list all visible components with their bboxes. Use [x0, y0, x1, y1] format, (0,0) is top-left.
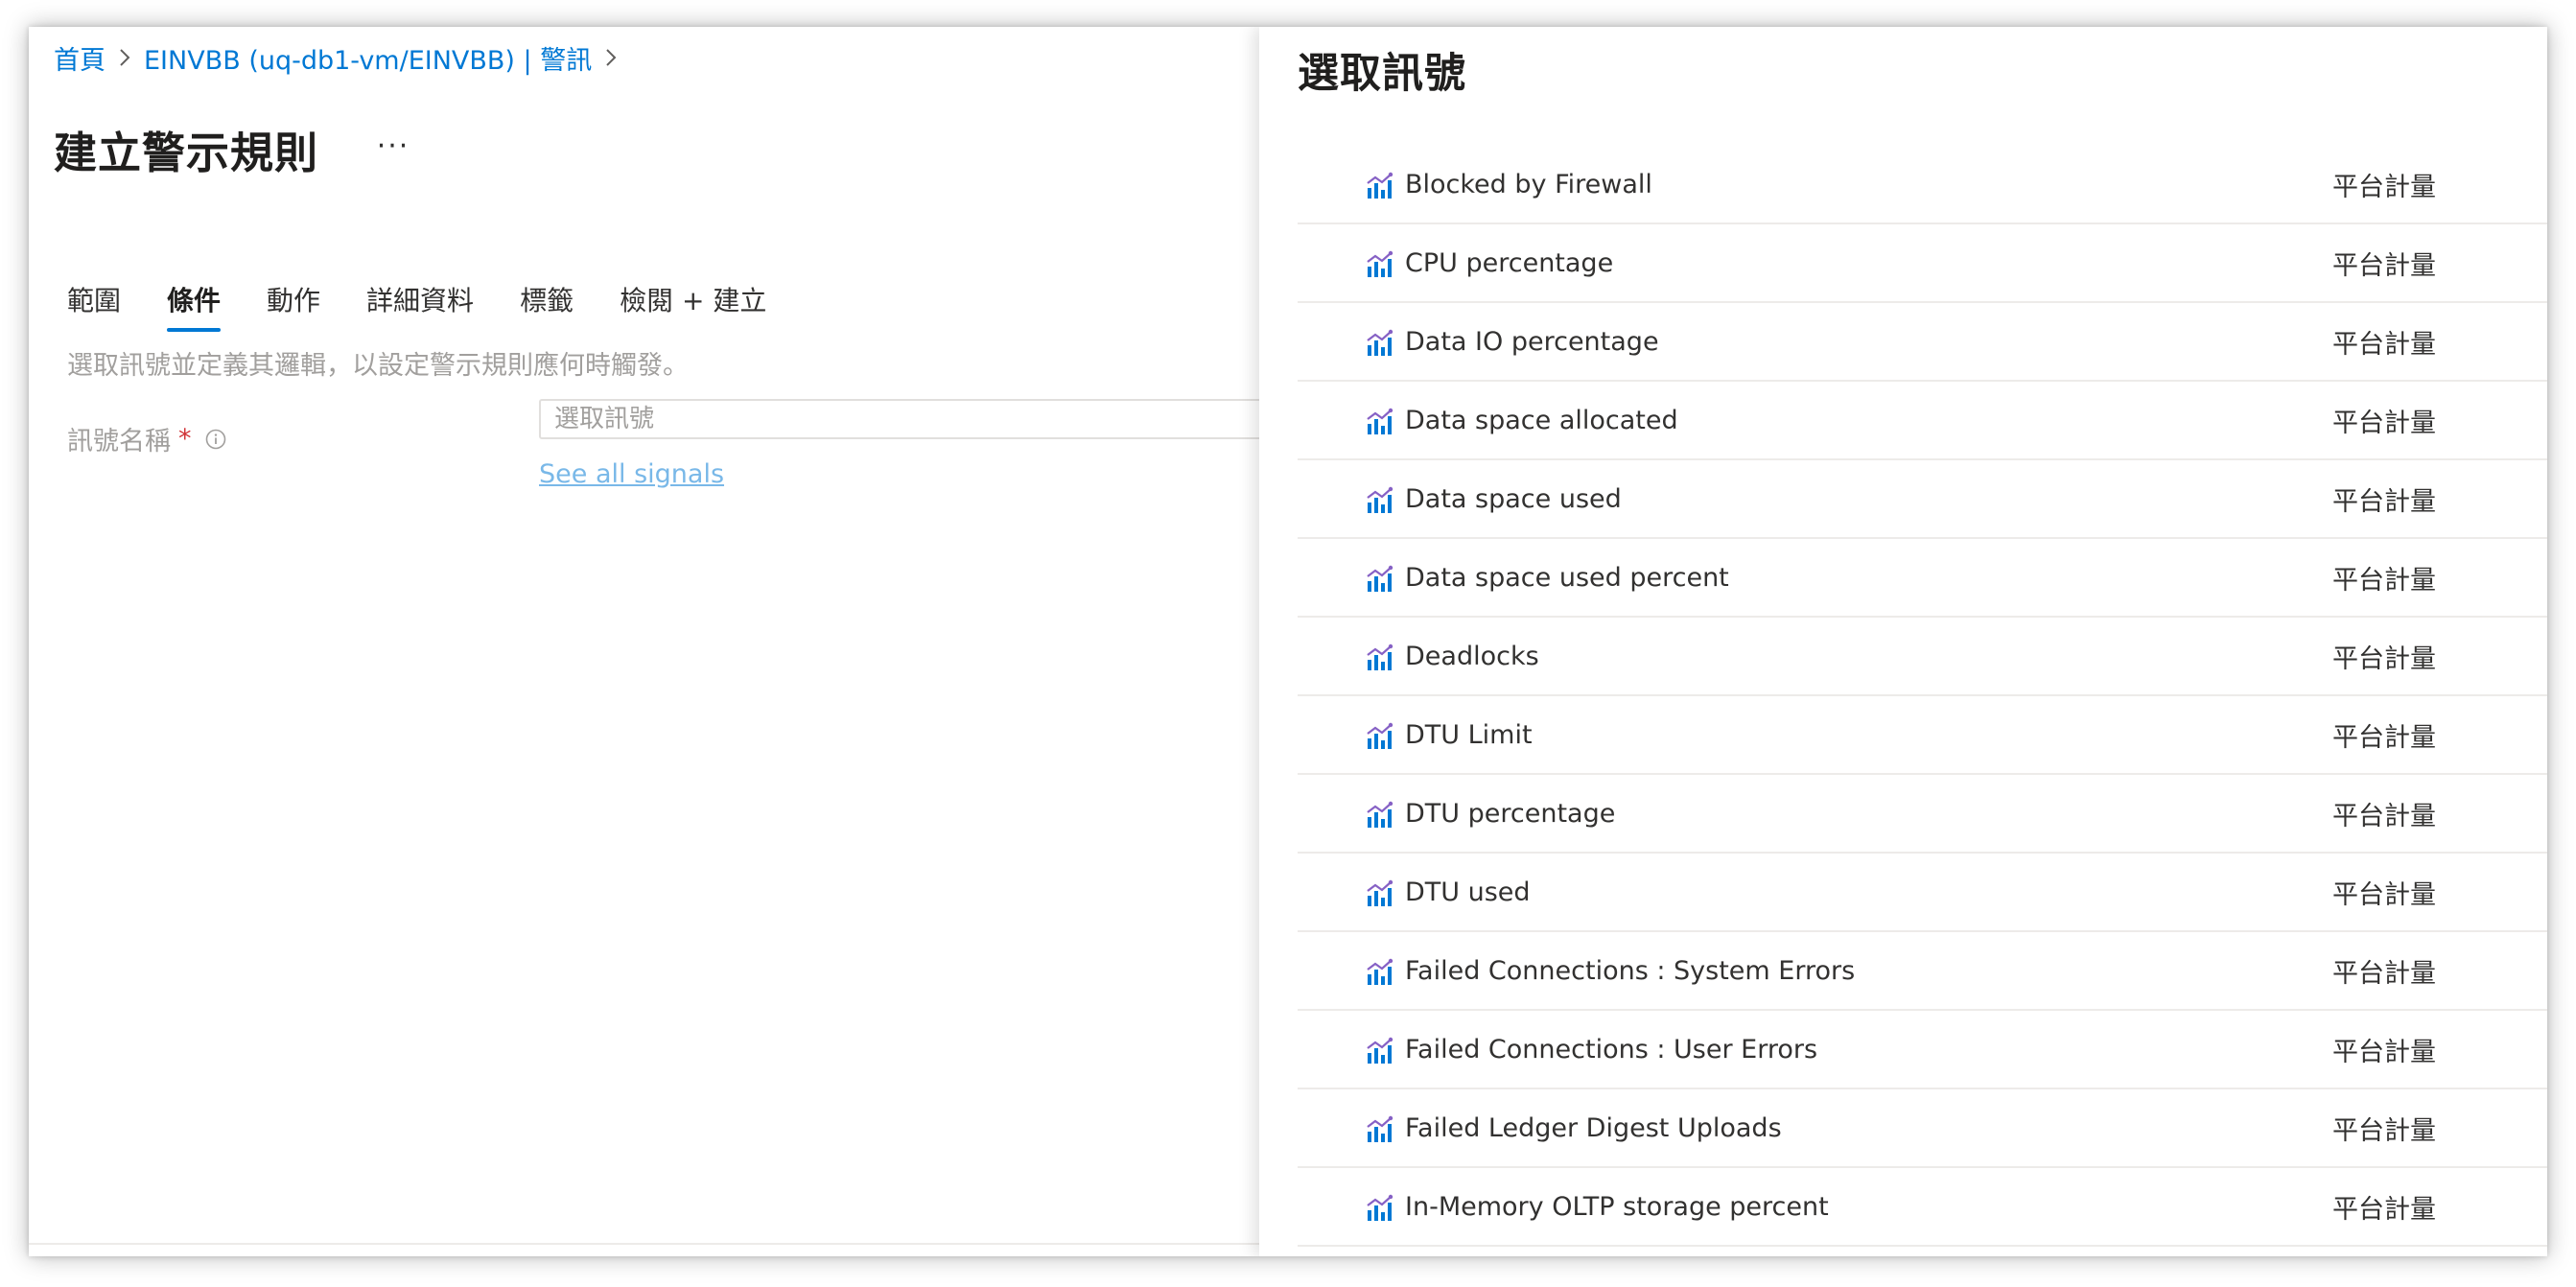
- signal-row[interactable]: Data space used 平台計量: [1298, 460, 2547, 539]
- signal-type: 平台計量: [2332, 1194, 2436, 1225]
- metric-chart-icon: [1365, 486, 1393, 515]
- info-icon[interactable]: [205, 429, 226, 450]
- signal-name: DTU Limit: [1405, 719, 1533, 750]
- signal-row[interactable]: Failed Connections : System Errors 平台計量: [1298, 932, 2547, 1011]
- signal-row[interactable]: DTU Limit 平台計量: [1298, 696, 2547, 775]
- signal-type: 平台計量: [2332, 172, 2436, 202]
- signal-name: Failed Connections : User Errors: [1405, 1034, 1818, 1065]
- signal-row[interactable]: DTU percentage 平台計量: [1298, 775, 2547, 854]
- signal-type: 平台計量: [2332, 565, 2436, 596]
- signal-row[interactable]: Data space used percent 平台計量: [1298, 539, 2547, 618]
- window: 首頁 EINVBB (uq-db1-vm/EINVBB) | 警訊 建立警示規則…: [29, 27, 2547, 1256]
- signal-name: DTU percentage: [1405, 798, 1616, 829]
- signal-name: Data IO percentage: [1405, 326, 1659, 357]
- signal-type: 平台計量: [2332, 408, 2436, 438]
- metric-chart-icon: [1365, 1115, 1393, 1144]
- breadcrumb: 首頁 EINVBB (uq-db1-vm/EINVBB) | 警訊: [54, 39, 630, 77]
- signal-type: 平台計量: [2332, 958, 2436, 989]
- tab-condition[interactable]: 條件: [167, 274, 222, 332]
- signal-row[interactable]: Data space allocated 平台計量: [1298, 382, 2547, 460]
- divider: [29, 1243, 1261, 1245]
- signal-name: CPU percentage: [1405, 247, 1614, 278]
- signal-name: DTU used: [1405, 877, 1531, 907]
- metric-chart-icon: [1365, 172, 1393, 200]
- create-alert-rule-page: 首頁 EINVBB (uq-db1-vm/EINVBB) | 警訊 建立警示規則…: [29, 27, 1268, 1256]
- signal-type: 平台計量: [2332, 486, 2436, 517]
- chevron-right-icon: [605, 48, 617, 67]
- more-options-button[interactable]: ···: [364, 125, 422, 167]
- signal-name: Blocked by Firewall: [1405, 169, 1652, 199]
- panel-title: 選取訊號: [1298, 50, 1466, 98]
- signal-name-label: 訊號名稱 *: [67, 420, 226, 457]
- tab-review-create[interactable]: 檢閱 + 建立: [620, 274, 766, 332]
- tab-details[interactable]: 詳細資料: [366, 274, 474, 332]
- signal-name: Failed Connections : System Errors: [1405, 955, 1856, 986]
- metric-chart-icon: [1365, 329, 1393, 358]
- tab-actions[interactable]: 動作: [267, 274, 320, 332]
- signal-row[interactable]: Failed Connections : User Errors 平台計量: [1298, 1011, 2547, 1089]
- signal-type: 平台計量: [2332, 644, 2436, 674]
- signal-row[interactable]: CPU percentage 平台計量: [1298, 224, 2547, 303]
- metric-chart-icon: [1365, 565, 1393, 594]
- signal-row[interactable]: Deadlocks 平台計量: [1298, 618, 2547, 696]
- signal-name: Data space allocated: [1405, 405, 1678, 435]
- signal-name: Deadlocks: [1405, 641, 1539, 671]
- signal-select-input[interactable]: [539, 399, 1268, 439]
- wizard-tabs: 範圍 條件 動作 詳細資料 標籤 檢閱 + 建立: [67, 274, 812, 332]
- condition-description: 選取訊號並定義其邏輯，以設定警示規則應何時觸發。: [67, 351, 689, 381]
- signal-type: 平台計量: [2332, 879, 2436, 910]
- metric-chart-icon: [1365, 879, 1393, 908]
- tab-scope[interactable]: 範圍: [67, 274, 121, 332]
- page-title: 建立警示規則: [54, 128, 319, 178]
- signal-type: 平台計量: [2332, 722, 2436, 753]
- metric-chart-icon: [1365, 644, 1393, 672]
- metric-chart-icon: [1365, 408, 1393, 436]
- signal-row[interactable]: DTU used 平台計量: [1298, 854, 2547, 932]
- signal-row[interactable]: Blocked by Firewall 平台計量: [1298, 146, 2547, 224]
- metric-chart-icon: [1365, 1194, 1393, 1223]
- signal-type: 平台計量: [2332, 250, 2436, 281]
- select-signal-panel: 選取訊號 Blocked by Firewall 平台計量 CPU percenta…: [1259, 27, 2547, 1256]
- signal-type: 平台計量: [2332, 1115, 2436, 1146]
- breadcrumb-home-link[interactable]: 首頁: [54, 39, 105, 77]
- signal-row[interactable]: Failed Ledger Digest Uploads 平台計量: [1298, 1089, 2547, 1168]
- signal-row[interactable]: In-Memory OLTP storage percent 平台計量: [1298, 1168, 2547, 1247]
- signal-list: Blocked by Firewall 平台計量 CPU percentage 平台計…: [1298, 146, 2547, 1247]
- signal-type: 平台計量: [2332, 801, 2436, 831]
- metric-chart-icon: [1365, 801, 1393, 830]
- signal-name: Failed Ledger Digest Uploads: [1405, 1112, 1782, 1143]
- see-all-signals-link[interactable]: See all signals: [539, 459, 724, 489]
- required-marker: *: [178, 424, 192, 454]
- signal-type: 平台計量: [2332, 329, 2436, 360]
- metric-chart-icon: [1365, 722, 1393, 751]
- signal-row[interactable]: Data IO percentage 平台計量: [1298, 303, 2547, 382]
- tab-tags[interactable]: 標籤: [520, 274, 574, 332]
- signal-name-label-text: 訊號名稱: [67, 427, 171, 456]
- metric-chart-icon: [1365, 250, 1393, 279]
- signal-name: Data space used percent: [1405, 562, 1729, 593]
- metric-chart-icon: [1365, 958, 1393, 987]
- breadcrumb-alerts-link[interactable]: EINVBB (uq-db1-vm/EINVBB) | 警訊: [144, 39, 592, 77]
- chevron-right-icon: [119, 48, 130, 67]
- signal-name: In-Memory OLTP storage percent: [1405, 1191, 1829, 1222]
- signal-type: 平台計量: [2332, 1037, 2436, 1067]
- signal-name: Data space used: [1405, 483, 1622, 514]
- metric-chart-icon: [1365, 1037, 1393, 1065]
